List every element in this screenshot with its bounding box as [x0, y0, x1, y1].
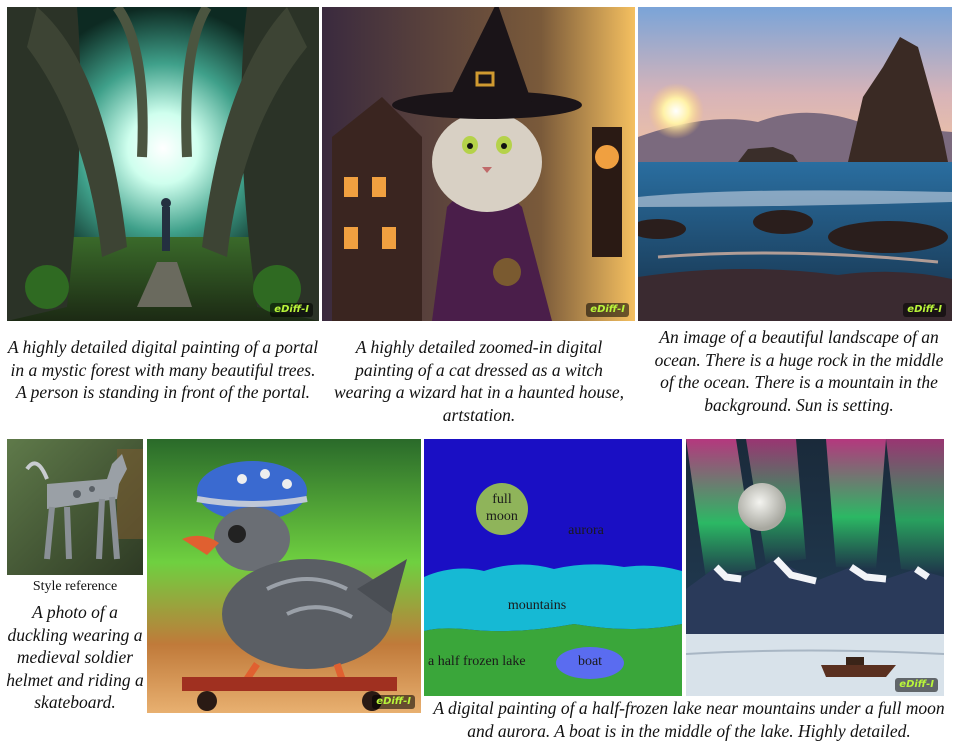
- style-reference-image: [7, 439, 143, 575]
- ocean-sunset-image: eDiff-I: [638, 7, 952, 321]
- ediff-badge: eDiff-I: [895, 678, 938, 692]
- witch-cat-image: eDiff-I: [322, 7, 635, 321]
- ediff-badge: eDiff-I: [586, 303, 629, 317]
- seg-label-mountains: mountains: [507, 598, 567, 613]
- aurora-lake-caption: A digital painting of a half-frozen lake…: [433, 698, 945, 741]
- witch-cat-caption: A highly detailed zoomed-in digital pain…: [333, 337, 625, 425]
- seg-label-boat: boat: [577, 654, 603, 669]
- seg-label-moon: full moon: [486, 492, 518, 524]
- duckling-skateboard-image: eDiff-I: [147, 439, 421, 713]
- seg-label-aurora: aurora: [568, 523, 604, 538]
- ediff-badge: eDiff-I: [270, 303, 313, 317]
- duckling-caption: A photo of a duckling wearing a medieval…: [6, 602, 144, 712]
- forest-portal-image: eDiff-I: [7, 7, 319, 321]
- segmentation-map: full moon aurora mountains a half frozen…: [424, 439, 682, 696]
- ediff-badge: eDiff-I: [903, 303, 946, 317]
- ediff-badge: eDiff-I: [372, 695, 415, 709]
- forest-portal-caption: A highly detailed digital painting of a …: [7, 337, 319, 402]
- aurora-lake-image: eDiff-I: [686, 439, 944, 696]
- ocean-caption: An image of a beautiful landscape of an …: [654, 327, 944, 415]
- seg-label-lake: a half frozen lake: [428, 654, 526, 669]
- style-reference-label: Style reference: [32, 579, 118, 594]
